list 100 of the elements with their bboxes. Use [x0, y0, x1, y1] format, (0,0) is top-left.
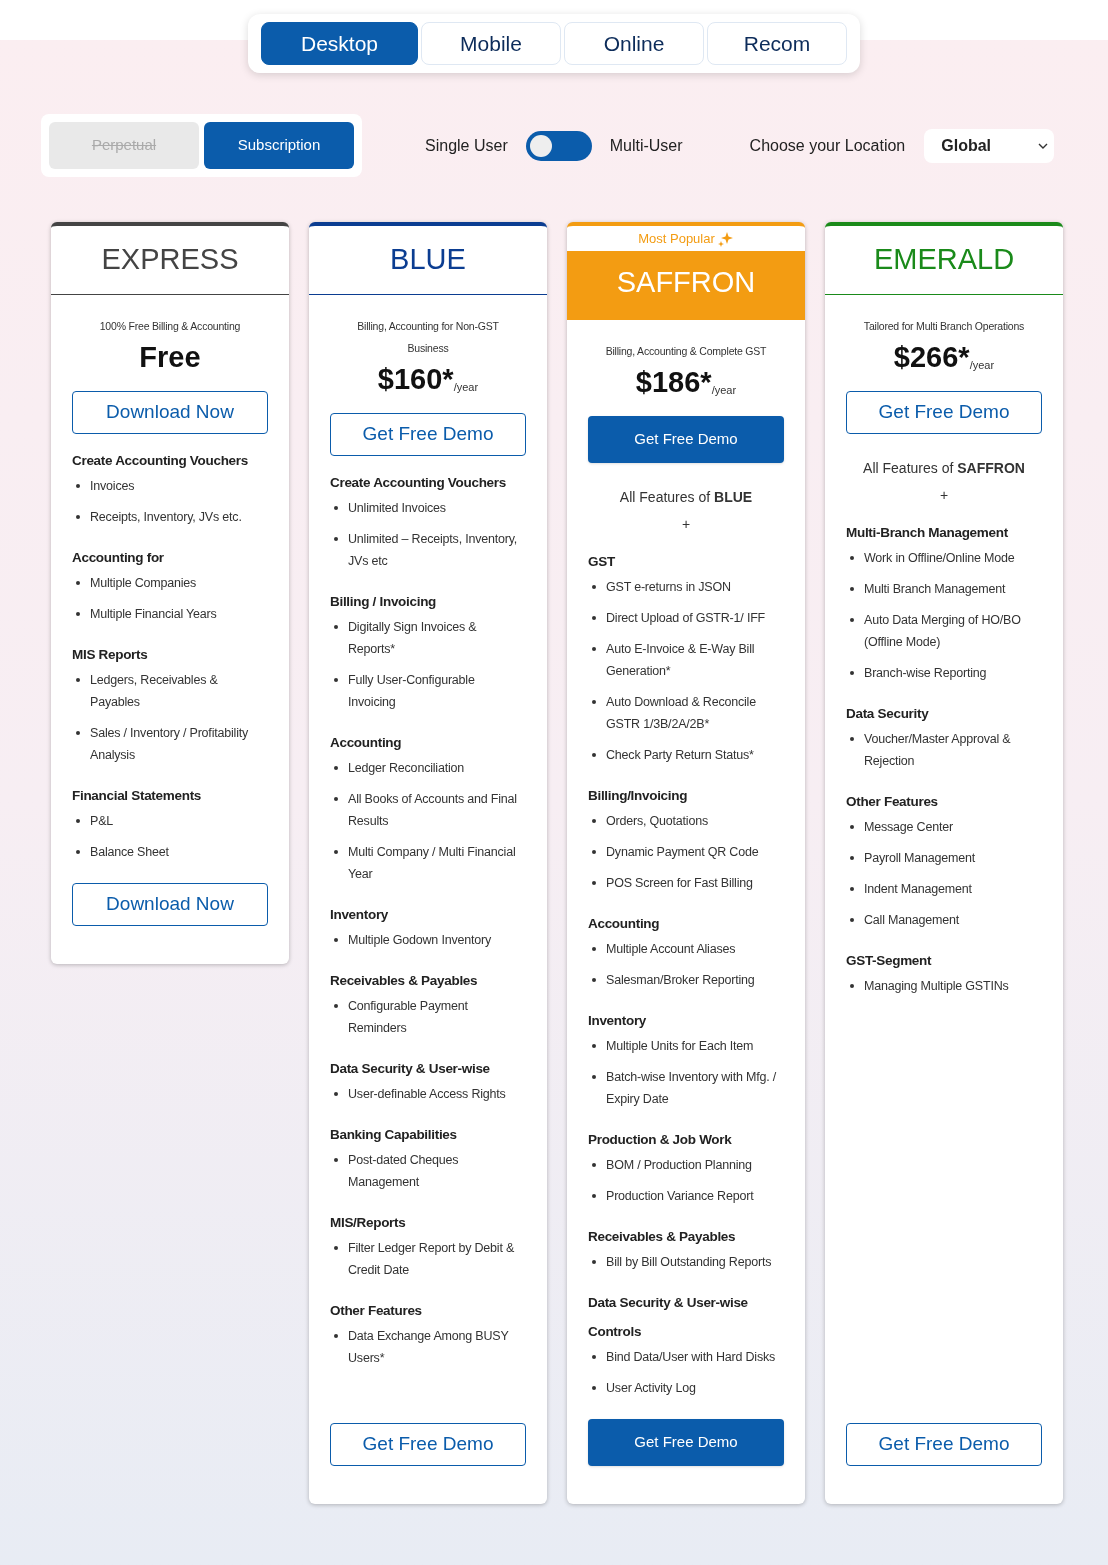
bullet-icon	[76, 678, 80, 682]
bullet-icon	[850, 737, 854, 741]
bullet-icon	[592, 850, 596, 854]
feature-heading: Other Features	[330, 1302, 423, 1320]
feature-heading: MIS/Reports	[330, 1214, 407, 1232]
sparkle-icon	[717, 230, 734, 247]
tab[interactable]: Desktop	[261, 22, 418, 65]
plus-sign: +	[680, 515, 692, 534]
feature-heading: GST-Segment	[846, 952, 933, 970]
price: $160*	[377, 362, 454, 397]
feature-heading: Accounting	[588, 915, 661, 933]
feature-heading: Inventory	[588, 1012, 648, 1030]
toggle-label: Single User	[425, 135, 508, 156]
feature-item: Multi Branch Management	[864, 581, 1007, 598]
feature-item: POS Screen for Fast Billing	[606, 875, 754, 892]
feature-item: Multiple Account Aliases	[606, 941, 737, 958]
price-period: /year	[969, 358, 995, 373]
bullet-icon	[850, 856, 854, 860]
license-option[interactable]: Subscription	[204, 122, 354, 169]
plan-tagline: 100% Free Billing & Accounting	[98, 319, 242, 334]
demo-button[interactable]: Get Free Demo	[330, 413, 526, 456]
plan-name: EXPRESS	[51, 226, 289, 295]
demo-button[interactable]: Get Free Demo	[588, 1419, 784, 1466]
features-intro: All Features of SAFFRON	[862, 459, 1026, 478]
price-period: /year	[711, 383, 737, 398]
feature-heading: Banking Capabilities	[330, 1126, 458, 1144]
bullet-icon	[76, 850, 80, 854]
feature-heading: Production & Job Work	[588, 1131, 733, 1149]
demo-button[interactable]: Get Free Demo	[846, 1423, 1042, 1466]
plan-name: BLUE	[309, 226, 547, 295]
bullet-icon	[592, 978, 596, 982]
bullet-icon	[592, 647, 596, 651]
feature-item: Ledger Reconciliation	[348, 760, 465, 777]
feature-heading: Accounting for	[72, 549, 165, 567]
bullet-icon	[334, 678, 338, 682]
feature-item: Unlimited – Receipts, Inventory, JVs etc	[348, 531, 519, 570]
feature-heading: Receivables & Payables	[588, 1228, 737, 1246]
bullet-icon	[334, 1092, 338, 1096]
feature-item: Fully User-Configurable Invoicing	[348, 672, 476, 711]
location-label: Choose your Location	[749, 135, 906, 156]
demo-button[interactable]: Get Free Demo	[330, 1423, 526, 1466]
feature-item: Branch-wise Reporting	[864, 665, 988, 682]
tab[interactable]: Online	[564, 22, 704, 65]
bullet-icon	[850, 587, 854, 591]
toggle-label: Multi-User	[609, 135, 683, 156]
feature-item: Work in Offline/Online Mode	[864, 550, 1016, 567]
feature-item: Invoices	[90, 478, 136, 495]
bullet-icon	[334, 938, 338, 942]
plan-header: SAFFRON	[567, 251, 805, 320]
feature-item: Multiple Companies	[90, 575, 198, 592]
feature-item: Auto Download & Reconcile GSTR 1/3B/2A/2B*	[606, 694, 757, 733]
bullet-icon	[850, 887, 854, 891]
feature-item: Multi Company / Multi Financial Year	[348, 844, 517, 883]
bullet-icon	[76, 731, 80, 735]
bullet-icon	[592, 1163, 596, 1167]
feature-heading: Data Security & User-wise Controls	[588, 1294, 749, 1341]
tab[interactable]: Mobile	[421, 22, 561, 65]
feature-item: User Activity Log	[606, 1380, 697, 1397]
feature-item: Multiple Godown Inventory	[348, 932, 492, 949]
demo-button[interactable]: Get Free Demo	[846, 391, 1042, 434]
bullet-icon	[850, 556, 854, 560]
feature-heading: Billing / Invoicing	[330, 593, 438, 611]
feature-item: Bind Data/User with Hard Disks	[606, 1349, 777, 1366]
feature-heading: Receivables & Payables	[330, 972, 479, 990]
feature-item: Check Party Return Status*	[606, 747, 755, 764]
feature-item: GST e-returns in JSON	[606, 579, 732, 596]
feature-item: Managing Multiple GSTINs	[864, 978, 1010, 995]
bullet-icon	[592, 1355, 596, 1359]
bullet-icon	[592, 819, 596, 823]
feature-heading: GST	[588, 553, 616, 571]
chevron-down-icon	[1038, 142, 1049, 149]
badge-label: Most Popular	[638, 229, 715, 248]
feature-item: Dynamic Payment QR Code	[606, 844, 760, 861]
plan-name: EMERALD	[825, 226, 1063, 295]
demo-button[interactable]: Get Free Demo	[588, 416, 784, 463]
feature-item: All Books of Accounts and Final Results	[348, 791, 518, 830]
feature-item: Receipts, Inventory, JVs etc.	[90, 509, 243, 526]
plan-tagline: Billing, Accounting & Complete GST	[604, 344, 768, 359]
demo-button[interactable]: Download Now	[72, 883, 268, 926]
bullet-icon	[76, 819, 80, 823]
bullet-icon	[334, 1246, 338, 1250]
feature-heading: Billing/Invoicing	[588, 787, 689, 805]
feature-heading: Create Accounting Vouchers	[330, 474, 507, 492]
feature-item: Data Exchange Among BUSY Users*	[348, 1328, 510, 1367]
location-select[interactable]: Global	[924, 128, 1055, 163]
bullet-icon	[592, 616, 596, 620]
bullet-icon	[850, 671, 854, 675]
tab[interactable]: Recom	[707, 22, 847, 65]
demo-button[interactable]: Download Now	[72, 391, 268, 434]
bullet-icon	[850, 825, 854, 829]
bullet-icon	[850, 984, 854, 988]
bullet-icon	[592, 1044, 596, 1048]
feature-heading: Create Accounting Vouchers	[72, 452, 249, 470]
bullet-icon	[592, 753, 596, 757]
bullet-icon	[76, 581, 80, 585]
bullet-icon	[334, 766, 338, 770]
bullet-icon	[76, 515, 80, 519]
bullet-icon	[334, 1158, 338, 1162]
feature-item: BOM / Production Planning	[606, 1157, 753, 1174]
feature-item: Ledgers, Receivables & Payables	[90, 672, 219, 711]
